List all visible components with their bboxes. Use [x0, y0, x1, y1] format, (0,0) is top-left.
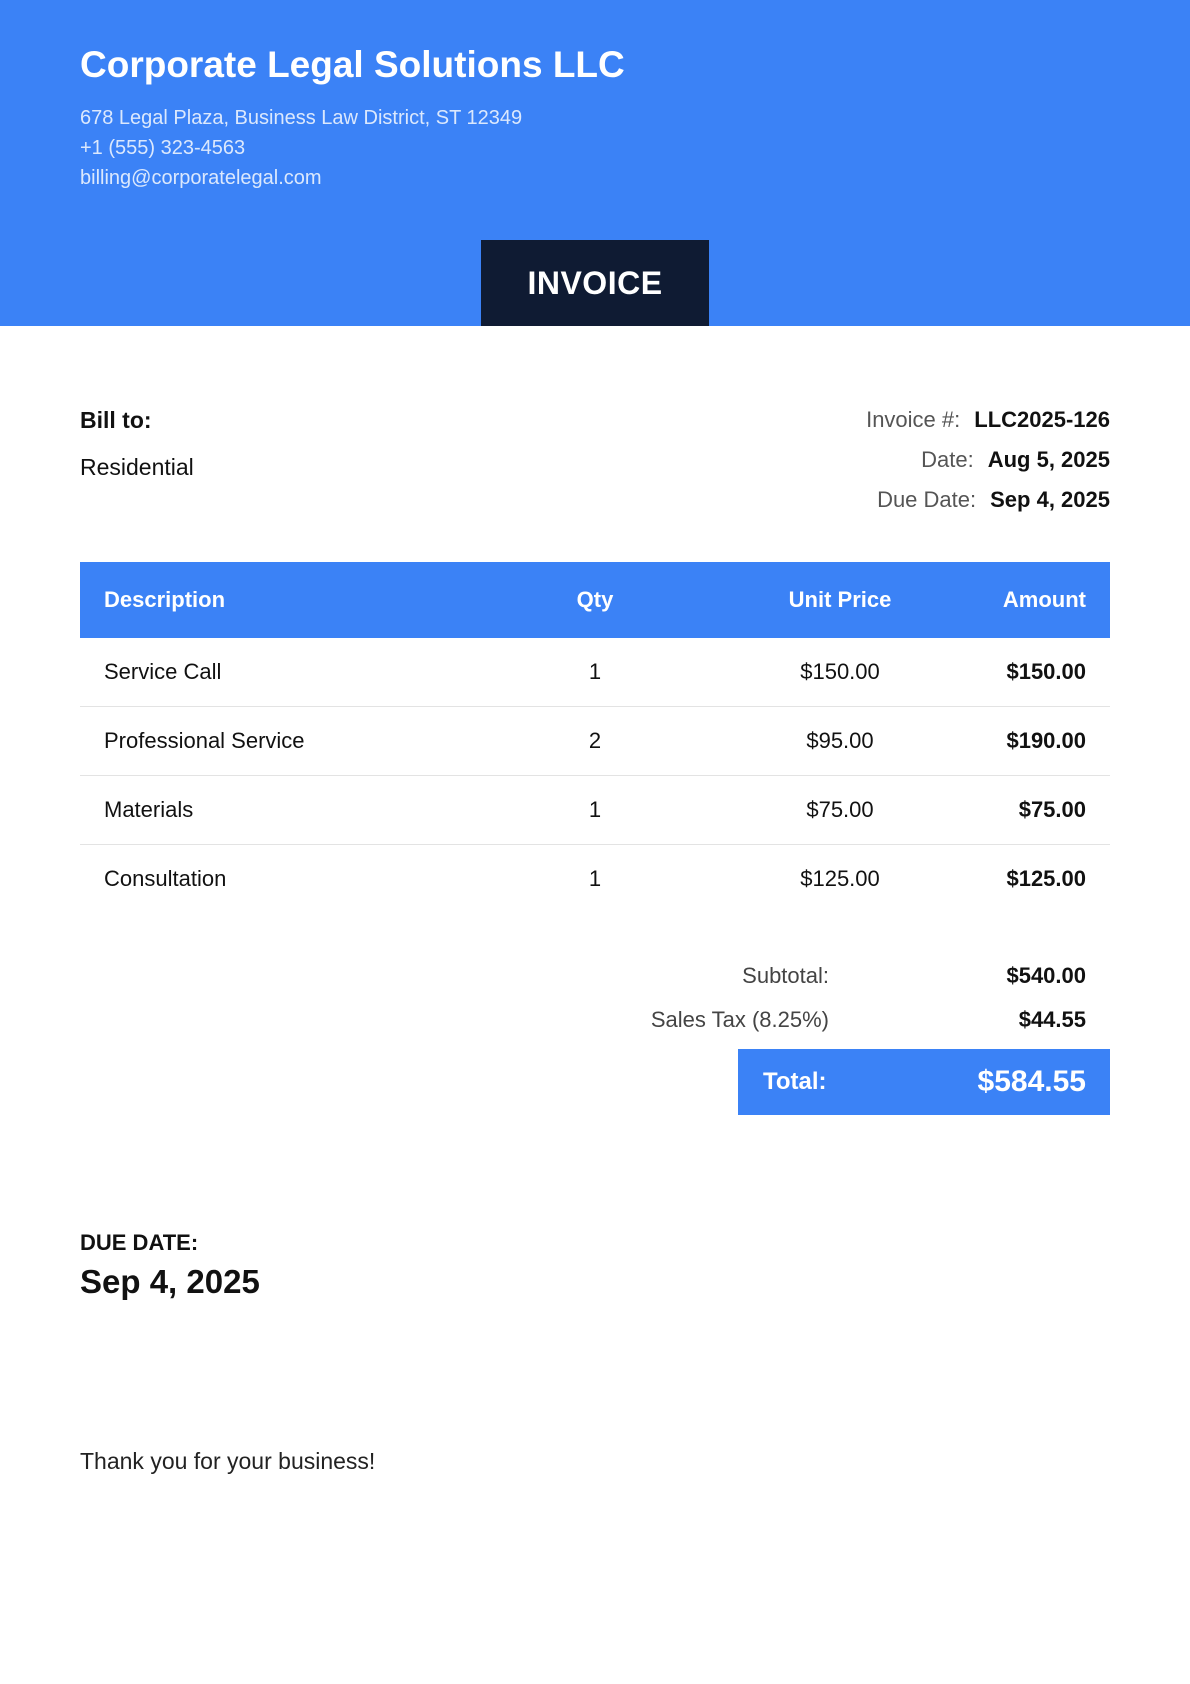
- table-row: Consultation 1 $125.00 $125.00: [80, 845, 1110, 913]
- table-row: Service Call 1 $150.00 $150.00: [80, 638, 1110, 707]
- row-amount: $125.00: [1006, 866, 1086, 891]
- invoice-due-date-row: Due Date: Sep 4, 2025: [877, 487, 1110, 513]
- company-name: Corporate Legal Solutions LLC: [80, 44, 625, 85]
- row-amount: $150.00: [1006, 659, 1086, 684]
- row-qty: 1: [588, 866, 602, 891]
- header-qty: Qty: [576, 587, 614, 612]
- header-description: Description: [104, 587, 226, 612]
- company-email: billing@corporatelegal.com: [80, 167, 322, 189]
- due-date-value: Sep 4, 2025: [990, 487, 1110, 512]
- subtotal-value: $540.00: [1006, 963, 1086, 988]
- due-date-section-value: Sep 4, 2025: [80, 1263, 260, 1300]
- line-items-table: Description Qty Unit Price Amount Servic…: [80, 562, 1110, 913]
- total-box: Total: $584.55: [738, 1049, 1110, 1115]
- row-amount: $190.00: [1006, 728, 1086, 753]
- sales-tax-label: Sales Tax (8.25%): [650, 1007, 829, 1032]
- invoice-number-value: LLC2025-126: [974, 407, 1110, 432]
- row-unit-price: $150.00: [800, 659, 880, 684]
- sales-tax-value: $44.55: [1018, 1007, 1086, 1032]
- row-description: Consultation: [104, 866, 227, 891]
- thank-you-note: Thank you for your business!: [80, 1448, 376, 1474]
- row-description: Materials: [104, 797, 194, 822]
- row-description: Professional Service: [104, 728, 305, 753]
- company-phone: +1 (555) 323-4563: [80, 137, 246, 159]
- table-row: Materials 1 $75.00 $75.00: [80, 776, 1110, 845]
- row-unit-price: $125.00: [800, 866, 880, 891]
- subtotal-label: Subtotal:: [742, 963, 829, 988]
- due-date-section-label: DUE DATE:: [80, 1230, 199, 1255]
- row-description: Service Call: [104, 659, 222, 684]
- invoice-date-label: Date:: [921, 447, 974, 472]
- header-unit-price: Unit Price: [788, 587, 892, 612]
- bill-to-label: Bill to:: [80, 407, 152, 433]
- table-row: Professional Service 2 $95.00 $190.00: [80, 707, 1110, 776]
- row-qty: 1: [588, 797, 602, 822]
- row-amount: $75.00: [1018, 797, 1086, 822]
- row-unit-price: $95.00: [806, 728, 874, 753]
- table-header-row: Description Qty Unit Price Amount: [80, 562, 1110, 638]
- invoice-title-badge: INVOICE: [481, 240, 709, 326]
- row-qty: 1: [588, 659, 602, 684]
- due-date-label: Due Date:: [877, 487, 977, 512]
- header-amount: Amount: [1002, 587, 1086, 612]
- bill-to-name: Residential: [80, 454, 194, 480]
- row-unit-price: $75.00: [806, 797, 874, 822]
- row-qty: 2: [588, 728, 602, 753]
- total-label: Total:: [763, 1068, 827, 1095]
- invoice-date-row: Date: Aug 5, 2025: [921, 447, 1110, 473]
- invoice-header: Corporate Legal Solutions LLC 678 Legal …: [0, 0, 1190, 326]
- invoice-number-row: Invoice #: LLC2025-126: [866, 407, 1110, 433]
- company-address: 678 Legal Plaza, Business Law District, …: [80, 107, 523, 129]
- invoice-number-label: Invoice #:: [866, 407, 961, 432]
- total-value: $584.55: [977, 1065, 1086, 1098]
- invoice-date-value: Aug 5, 2025: [987, 447, 1110, 472]
